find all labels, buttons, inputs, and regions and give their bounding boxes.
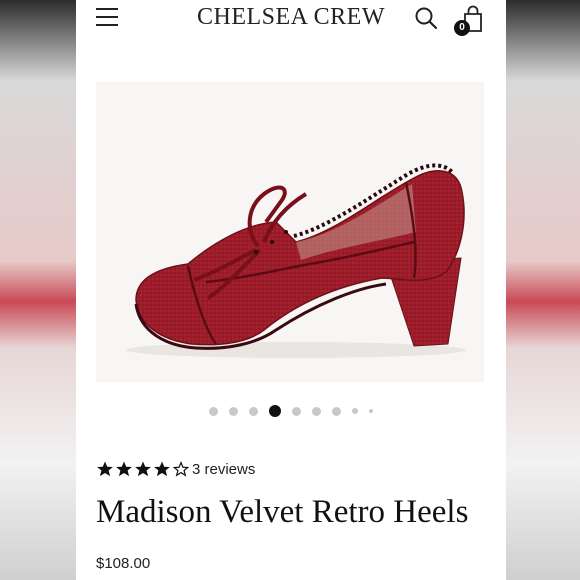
star-filled-icon (134, 460, 152, 478)
carousel-dot[interactable] (332, 406, 341, 416)
star-filled-icon (115, 460, 133, 478)
carousel-dot[interactable] (249, 406, 258, 416)
cart-count-badge: 0 (454, 20, 470, 36)
product-title: Madison Velvet Retro Heels (96, 494, 469, 530)
carousel-dot[interactable] (229, 406, 238, 416)
search-icon[interactable] (414, 6, 438, 30)
carousel-dot-active[interactable] (269, 405, 281, 417)
star-empty-icon (172, 460, 190, 478)
background-left (0, 0, 80, 580)
product-rating[interactable]: 3 reviews (96, 458, 255, 480)
product-price: $108.00 (96, 555, 151, 572)
shopping-bag-icon[interactable]: 0 (454, 4, 486, 36)
background-right (506, 0, 580, 580)
product-image[interactable] (96, 82, 484, 382)
site-header: CHELSEA CREW 0 (76, 0, 506, 36)
carousel-dot[interactable] (352, 408, 358, 414)
star-filled-icon (96, 460, 114, 478)
carousel-dot[interactable] (312, 406, 321, 416)
carousel-dot[interactable] (369, 409, 373, 413)
star-filled-icon (153, 460, 171, 478)
reviews-link[interactable]: 3 reviews (192, 461, 255, 478)
carousel-dot[interactable] (292, 406, 301, 416)
carousel-dot[interactable] (209, 406, 218, 416)
star-rating (96, 460, 190, 478)
carousel-dots (76, 404, 506, 418)
product-page: CHELSEA CREW 0 3 reviews Madison Velvet … (76, 0, 506, 580)
brand-logo[interactable]: CHELSEA CREW (76, 4, 506, 31)
